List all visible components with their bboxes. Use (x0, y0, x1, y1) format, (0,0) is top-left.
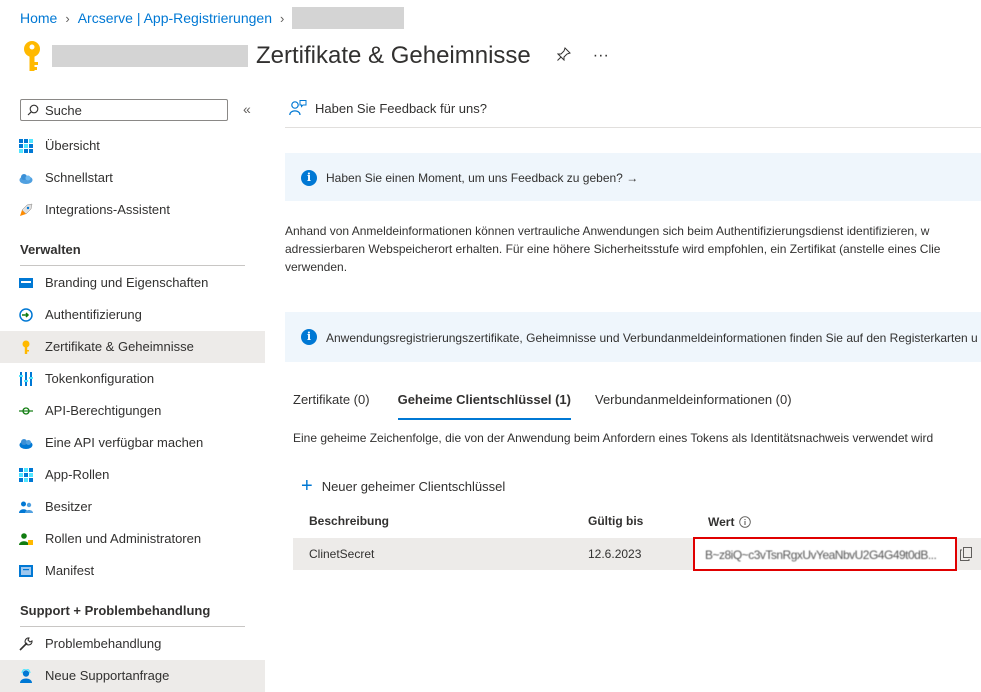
owners-icon (19, 501, 33, 513)
plus-icon: + (301, 475, 313, 497)
tabs-info-text: Anwendungsregistrierungszertifikate, Geh… (326, 331, 978, 345)
auth-icon (19, 308, 33, 322)
sidebar-item-label: Authentifizierung (45, 307, 142, 322)
sidebar-item-troubleshooting[interactable]: Problembehandlung (0, 628, 265, 660)
sidebar-item-label: Integrations-Assistent (45, 202, 171, 217)
secret-description: ClinetSecret (309, 547, 375, 561)
redacted-title-prefix (52, 45, 248, 67)
key-icon (22, 340, 30, 354)
collapse-sidebar-icon[interactable]: « (243, 101, 251, 117)
sidebar-item-quickstart[interactable]: Schnellstart (0, 162, 265, 194)
content-divider (285, 127, 981, 128)
redacted-app-name (292, 7, 405, 29)
chevron-right-icon: › (65, 10, 70, 26)
description-line: adressierbaren Webspeicherort erhalten. … (285, 242, 941, 256)
app-roles-icon (19, 468, 33, 482)
token-icon (19, 372, 33, 386)
branding-icon (19, 278, 33, 288)
sidebar-item-expose-api[interactable]: Eine API verfügbar machen (0, 427, 265, 459)
rocket-icon (20, 203, 33, 216)
chevron-right-icon: › (280, 10, 285, 26)
feedback-info-banner[interactable]: i Haben Sie einen Moment, um uns Feedbac… (285, 153, 981, 201)
key-icon (24, 41, 40, 71)
sidebar-item-manifest[interactable]: Manifest (0, 555, 265, 587)
page-title: Zertifikate & Geheimnisse (256, 42, 531, 69)
info-icon: i (301, 329, 317, 345)
column-header-value-label: Wert (708, 515, 735, 529)
secret-value[interactable]: B~z8iQ~c3vTsnRgxUvYeaNbvU2G4G49t0dB... (705, 548, 951, 562)
section-heading-manage: Verwalten (20, 242, 81, 257)
more-options-icon[interactable]: ··· (593, 47, 609, 65)
grid-icon (19, 139, 33, 153)
sidebar-item-label: Problembehandlung (45, 636, 162, 651)
sidebar-search-input[interactable] (43, 101, 217, 119)
feedback-info-text: Haben Sie einen Moment, um uns Feedback … (326, 171, 639, 185)
new-client-secret-label: Neuer geheimer Clientschlüssel (321, 478, 506, 494)
info-icon: i (301, 170, 317, 186)
sidebar-item-overview[interactable]: Übersicht (0, 130, 265, 162)
column-header-description: Beschreibung (309, 514, 390, 528)
sidebar-item-label: Übersicht (45, 138, 100, 153)
feedback-label: Haben Sie Feedback für uns? (315, 100, 487, 116)
breadcrumb-app-registrations[interactable]: Arcserve | App-Registrierungen (78, 10, 272, 26)
tab-certificates[interactable]: Zertifikate (0) (293, 392, 370, 420)
support-person-icon (20, 669, 32, 683)
feedback-person-icon (289, 100, 307, 116)
breadcrumb: Home › Arcserve | App-Registrierungen › (20, 7, 405, 29)
credential-tabs: Zertifikate (0) Geheime Clientschlüssel … (293, 392, 792, 420)
section-heading-support: Support + Problembehandlung (20, 603, 211, 618)
sidebar-item-label: Manifest (45, 563, 95, 578)
sidebar-item-label: App-Rollen (45, 467, 110, 482)
sidebar-item-owners[interactable]: Besitzer (0, 491, 265, 523)
section-divider (20, 626, 245, 627)
sidebar-item-new-support-request[interactable]: Neue Supportanfrage (0, 660, 265, 692)
breadcrumb-home[interactable]: Home (20, 10, 57, 26)
secret-value-highlight: B~z8iQ~c3vTsnRgxUvYeaNbvU2G4G49t0dB... (693, 537, 957, 571)
wrench-icon (19, 637, 33, 651)
client-secrets-description: Eine geheime Zeichenfolge, die von der A… (293, 431, 934, 445)
sidebar-item-authentication[interactable]: Authentifizierung (0, 299, 265, 331)
title-row: Zertifikate & Geheimnisse ··· (20, 36, 609, 76)
sidebar-item-token-configuration[interactable]: Tokenkonfiguration (0, 363, 265, 395)
expose-api-icon (19, 439, 33, 449)
roles-admins-icon (19, 533, 33, 545)
sidebar-search-box[interactable] (20, 99, 228, 121)
sidebar-item-branding[interactable]: Branding und Eigenschaften (0, 267, 265, 299)
section-divider (20, 265, 245, 266)
api-permissions-icon (19, 407, 33, 415)
sidebar-item-label: Besitzer (45, 499, 92, 514)
column-header-value: Wert (708, 515, 752, 529)
feedback-link[interactable]: Haben Sie Feedback für uns? (289, 99, 487, 117)
cloud-icon (19, 174, 33, 184)
sidebar-item-integration-assistant[interactable]: Integrations-Assistent (0, 194, 265, 226)
credentials-description: Anhand von Anmeldeinformationen können v… (285, 222, 981, 276)
sidebar-item-api-permissions[interactable]: API-Berechtigungen (0, 395, 265, 427)
new-client-secret-button[interactable]: + Neuer geheimer Clientschlüssel (301, 475, 506, 497)
pin-icon[interactable] (556, 46, 571, 66)
sidebar-item-label: API-Berechtigungen (45, 403, 162, 418)
sidebar-item-app-roles[interactable]: App-Rollen (0, 459, 265, 491)
copy-icon[interactable] (960, 547, 972, 561)
search-icon (27, 104, 39, 116)
sidebar-item-label: Schnellstart (45, 170, 113, 185)
tab-client-secrets[interactable]: Geheime Clientschlüssel (1) (397, 392, 572, 420)
info-circle-icon[interactable] (739, 516, 752, 528)
sidebar-item-label: Neue Supportanfrage (45, 668, 170, 683)
tabs-info-banner: i Anwendungsregistrierungszertifikate, G… (285, 312, 981, 362)
description-line: Anhand von Anmeldeinformationen können v… (285, 224, 930, 238)
sidebar-item-label: Tokenkonfiguration (45, 371, 155, 386)
sidebar-item-label: Zertifikate & Geheimnisse (45, 339, 194, 354)
sidebar-item-label: Eine API verfügbar machen (45, 435, 204, 450)
column-header-valid-until: Gültig bis (588, 514, 644, 528)
sidebar-item-roles-admins[interactable]: Rollen und Administratoren (0, 523, 265, 555)
secret-valid-until: 12.6.2023 (588, 547, 642, 561)
tab-federated-credentials[interactable]: Verbundanmeldeinformationen (0) (595, 392, 792, 420)
sidebar-item-label: Rollen und Administratoren (45, 531, 202, 546)
manifest-icon (19, 565, 33, 577)
description-line: verwenden. (285, 260, 348, 274)
sidebar-item-label: Branding und Eigenschaften (45, 275, 209, 290)
sidebar-item-certificates-secrets[interactable]: Zertifikate & Geheimnisse (0, 331, 265, 363)
